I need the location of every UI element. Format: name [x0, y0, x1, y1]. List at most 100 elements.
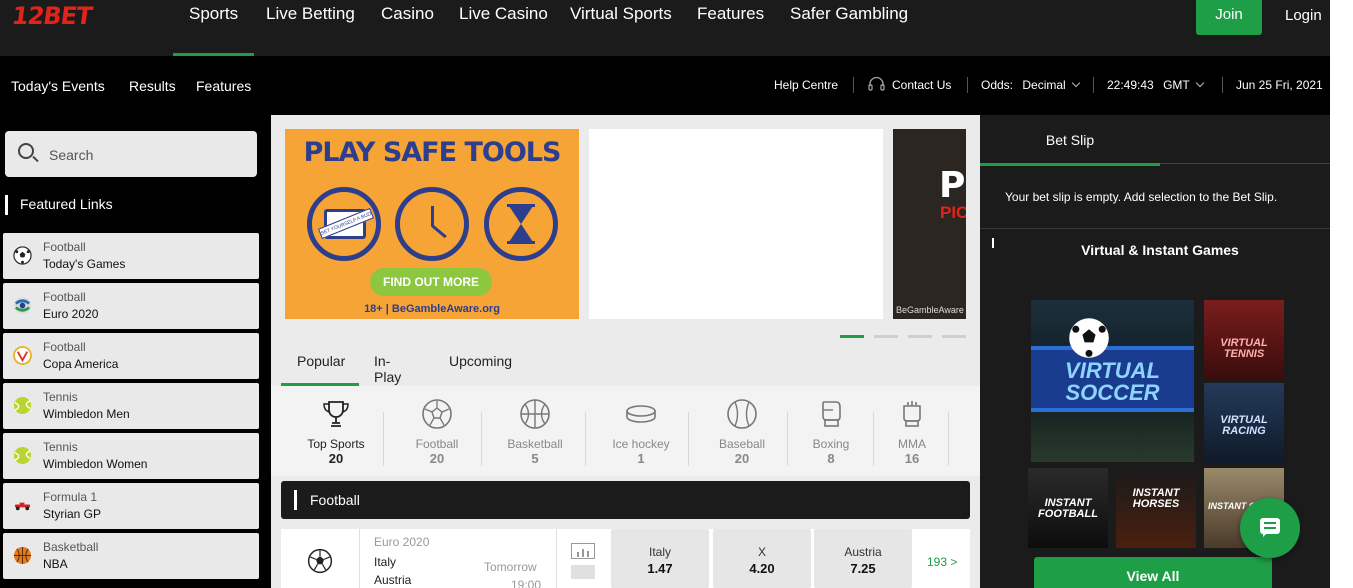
- tab-in-play[interactable]: In-Play: [374, 353, 401, 385]
- hourglass-icon: [484, 187, 558, 261]
- featured-link-sport: Formula 1: [43, 490, 98, 504]
- featured-link-sport: Tennis: [43, 390, 78, 404]
- sports-category-strip: Top Sports 20 Football 20 Basketball 5 I…: [271, 386, 980, 476]
- odds-value: 7.25: [850, 561, 876, 576]
- carousel-dot[interactable]: [908, 335, 932, 338]
- nav-virtual-sports[interactable]: Virtual Sports: [570, 4, 672, 56]
- featured-link-euro-2020[interactable]: Football Euro 2020: [3, 283, 259, 329]
- subnav-features[interactable]: Features: [196, 78, 251, 94]
- carousel-dot-active[interactable]: [840, 335, 864, 338]
- featured-links-title: Featured Links: [5, 195, 113, 215]
- page: 12BET Sports Live Betting Casino Live Ca…: [0, 0, 1353, 588]
- game-virtual-racing[interactable]: VIRTUAL RACING: [1204, 383, 1284, 463]
- nav-casino[interactable]: Casino: [381, 4, 434, 56]
- find-out-more-button[interactable]: FIND OUT MORE: [370, 268, 492, 296]
- featured-link-name: Today's Games: [43, 257, 126, 271]
- play-safe-banner[interactable]: PLAY SAFE TOOLS SET YOURSELF A BUDGET FI…: [285, 129, 579, 319]
- tab-bet-slip[interactable]: Bet Slip: [980, 115, 1160, 166]
- football-section-header[interactable]: Football: [281, 481, 970, 519]
- promo-banner-blank[interactable]: [589, 129, 883, 319]
- sport-name: Top Sports: [307, 437, 365, 451]
- chat-icon: [1260, 518, 1280, 537]
- basketball-icon: [520, 399, 550, 429]
- featured-link-styrian-gp[interactable]: Formula 1 Styrian GP: [3, 483, 259, 529]
- divider: [1160, 163, 1330, 164]
- game-label: VIRTUAL SOCCER: [1065, 358, 1160, 405]
- game-virtual-tennis[interactable]: VIRTUAL TENNIS: [1204, 300, 1284, 380]
- nav-live-casino[interactable]: Live Casino: [459, 4, 548, 56]
- tab-upcoming[interactable]: Upcoming: [449, 353, 512, 369]
- stats-icon[interactable]: [571, 543, 595, 559]
- time-selector[interactable]: 22:49:43 GMT: [1107, 78, 1204, 92]
- divider: [556, 529, 557, 588]
- more-markets-link[interactable]: 193 >: [927, 555, 957, 569]
- promo-banner-partial[interactable]: P PIC BeGambleAware: [893, 129, 966, 319]
- odds-away[interactable]: Austria 7.25: [814, 529, 912, 588]
- nav-live-betting[interactable]: Live Betting: [266, 4, 355, 56]
- current-date: Jun 25 Fri, 2021: [1236, 78, 1323, 92]
- view-all-button[interactable]: View All: [1034, 557, 1272, 588]
- live-chat-button[interactable]: [1240, 498, 1300, 558]
- clock-icon: [395, 187, 469, 261]
- brand-logo[interactable]: 12BET: [10, 2, 93, 30]
- sport-ice-hockey[interactable]: Ice hockey 1: [591, 398, 691, 466]
- featured-link-name: Euro 2020: [43, 307, 99, 321]
- game-instant-football[interactable]: INSTANT FOOTBALL: [1028, 468, 1108, 548]
- featured-link-wimbledon-men[interactable]: Tennis Wimbledon Men: [3, 383, 259, 429]
- nav-sports[interactable]: Sports: [172, 4, 255, 56]
- sport-football[interactable]: Football 20: [387, 398, 487, 466]
- live-stream-icon[interactable]: [571, 565, 595, 579]
- soccer-ball-icon: [1069, 318, 1109, 358]
- subnav-results[interactable]: Results: [129, 78, 176, 94]
- featured-link-nba[interactable]: Basketball NBA: [3, 533, 259, 579]
- odds-value: 4.20: [749, 561, 775, 576]
- featured-link-sport: Football: [43, 290, 86, 304]
- odds-value: 1.47: [647, 561, 673, 576]
- featured-link-name: Styrian GP: [43, 507, 102, 521]
- sport-mma[interactable]: MMA 16: [862, 398, 962, 466]
- match-away-team: Austria: [374, 573, 412, 587]
- tab-popular[interactable]: Popular: [297, 353, 345, 369]
- featured-link-todays-games[interactable]: Football Today's Games: [3, 233, 259, 279]
- euro-2020-icon: [13, 296, 32, 315]
- featured-link-copa-america[interactable]: Football Copa America: [3, 333, 259, 379]
- subnav-todays-events[interactable]: Today's Events: [11, 78, 105, 94]
- odds-label: X: [757, 545, 766, 559]
- clock-time: 22:49:43: [1107, 78, 1154, 92]
- divider: [585, 412, 586, 466]
- help-centre-link[interactable]: Help Centre: [774, 78, 838, 92]
- featured-link-wimbledon-women[interactable]: Tennis Wimbledon Women: [3, 433, 259, 479]
- match-competition: Euro 2020: [374, 535, 430, 549]
- game-instant-horses[interactable]: INSTANT HORSES: [1116, 468, 1196, 548]
- odds-draw[interactable]: X 4.20: [713, 529, 811, 588]
- odds-label: Austria: [844, 545, 882, 559]
- nav-features[interactable]: Features: [697, 4, 764, 56]
- virtual-games-title: Virtual & Instant Games: [1081, 242, 1239, 258]
- carousel-dot[interactable]: [942, 335, 966, 338]
- baseball-icon: [727, 399, 757, 429]
- match-row[interactable]: Euro 2020 Italy Austria Tomorrow 19:00 I…: [281, 529, 970, 588]
- sport-name: Ice hockey: [612, 437, 670, 451]
- game-label: VIRTUAL TENNIS: [1220, 337, 1268, 360]
- chevron-down-icon: [1071, 78, 1080, 88]
- match-home-team: Italy: [374, 555, 397, 569]
- divider: [383, 412, 384, 466]
- match-time: 19:00: [511, 578, 542, 588]
- featured-link-sport: Tennis: [43, 440, 78, 454]
- match-day: Tomorrow: [484, 560, 537, 574]
- odds-home[interactable]: Italy 1.47: [611, 529, 709, 588]
- game-label: VIRTUAL RACING: [1220, 414, 1268, 437]
- carousel-dot[interactable]: [874, 335, 898, 338]
- join-button[interactable]: Join: [1196, 0, 1262, 35]
- sport-basketball[interactable]: Basketball 5: [485, 398, 585, 466]
- divider: [481, 412, 482, 466]
- login-link[interactable]: Login: [1285, 7, 1322, 24]
- odds-format-selector[interactable]: Odds: Decimal: [981, 78, 1080, 92]
- sport-baseball[interactable]: Baseball 20: [692, 398, 792, 466]
- featured-link-name: NBA: [43, 557, 68, 571]
- search-box[interactable]: Search: [5, 131, 257, 177]
- nav-safer-gambling[interactable]: Safer Gambling: [790, 4, 908, 56]
- credit-card-icon: SET YOURSELF A BUDGET: [307, 187, 381, 261]
- game-virtual-soccer[interactable]: VIRTUAL SOCCER: [1031, 300, 1194, 462]
- sport-top-sports[interactable]: Top Sports 20: [286, 398, 386, 466]
